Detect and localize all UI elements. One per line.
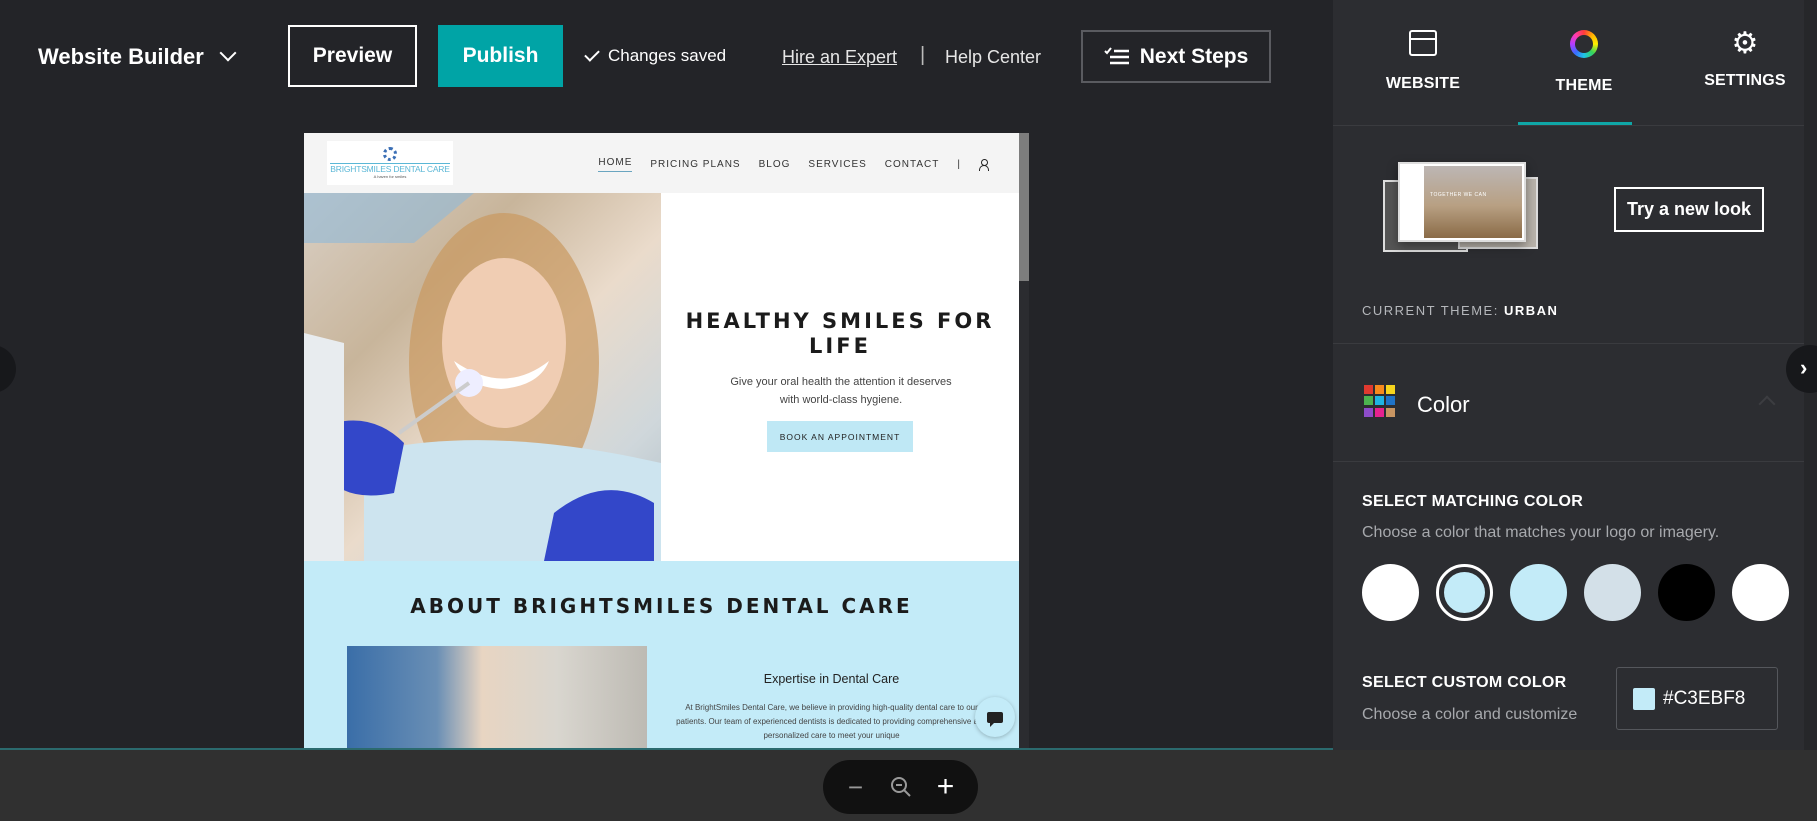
zoom-controls: − + <box>823 760 978 814</box>
palette-square <box>1386 385 1395 394</box>
theme-thumb-photo <box>1424 166 1522 238</box>
website-builder-menu[interactable]: Website Builder <box>38 44 237 70</box>
color-chip <box>1633 687 1655 710</box>
tab-theme[interactable]: THEME <box>1514 30 1654 95</box>
hire-expert-link[interactable]: Hire an Expert <box>782 47 897 68</box>
logo-name: BRIGHTSMILES DENTAL CARE <box>330 163 450 174</box>
current-theme-value: URBAN <box>1503 303 1559 318</box>
matching-color-description: Choose a color that matches your logo or… <box>1362 524 1720 541</box>
nav-divider: | <box>957 159 961 170</box>
about-text: At BrightSmiles Dental Care, we believe … <box>676 703 987 740</box>
try-new-look-button[interactable]: Try a new look <box>1614 187 1764 232</box>
palette-square <box>1386 407 1395 417</box>
color-swatch[interactable] <box>1658 564 1715 621</box>
palette-square <box>1364 407 1373 417</box>
divider <box>1333 461 1804 462</box>
link-separator: | <box>920 44 926 66</box>
site-logo[interactable]: BRIGHTSMILES DENTAL CARE A haven for smi… <box>327 141 453 185</box>
color-wheel-icon <box>1570 30 1598 58</box>
zoom-in-button[interactable]: + <box>931 770 961 803</box>
color-swatch[interactable] <box>1732 564 1789 621</box>
zoom-magnifier-icon[interactable] <box>886 772 916 802</box>
palette-square <box>1386 396 1395 406</box>
preview-button[interactable]: Preview <box>288 25 417 87</box>
website-builder-app: Website Builder Preview Publish Changes … <box>0 0 1817 821</box>
palette-square <box>1375 407 1384 417</box>
nav-home[interactable]: HOME <box>598 157 633 172</box>
gear-icon: ⚙ <box>1731 27 1759 60</box>
publish-button[interactable]: Publish <box>438 25 563 87</box>
checklist-icon <box>1104 46 1129 64</box>
chevron-right-icon: › <box>1800 355 1808 380</box>
current-theme-label: CURRENT THEME: <box>1362 303 1499 318</box>
hero-subtitle: Give your oral health the attention it d… <box>730 376 952 406</box>
hero-title: HEALTHY SMILES FOR LIFE <box>685 309 995 358</box>
nav-blog[interactable]: BLOG <box>759 159 791 170</box>
palette-square <box>1375 396 1384 406</box>
zoom-out-button[interactable]: − <box>841 772 871 802</box>
top-toolbar: Website Builder Preview Publish Changes … <box>0 0 1333 115</box>
color-palette-icon <box>1364 385 1396 417</box>
custom-color-description: Choose a color and customize <box>1362 706 1578 723</box>
chat-bubble-icon <box>987 711 1003 727</box>
about-title: ABOUT BRIGHTSMILES DENTAL CARE <box>410 594 913 618</box>
brand-label: Website Builder <box>38 44 204 69</box>
color-swatches <box>1362 564 1792 624</box>
current-theme: CURRENT THEME: URBAN <box>1362 303 1558 318</box>
tab-website-label: WEBSITE <box>1385 75 1461 92</box>
next-steps-button[interactable]: Next Steps <box>1081 30 1271 83</box>
color-swatch[interactable] <box>1584 564 1641 621</box>
site-preview[interactable]: BRIGHTSMILES DENTAL CARE A haven for smi… <box>304 133 1019 749</box>
active-tab-indicator <box>1518 122 1632 125</box>
help-center-link[interactable]: Help Center <box>945 47 1041 68</box>
plus-icon: + <box>936 770 955 803</box>
tab-theme-label: THEME <box>1555 77 1613 94</box>
browser-window-icon <box>1409 26 1437 56</box>
color-section-title: Color <box>1417 392 1470 417</box>
hero-image-dental-patient <box>304 193 661 561</box>
logo-tagline: A haven for smiles <box>373 174 407 179</box>
minus-icon: − <box>847 771 864 802</box>
chevron-down-icon <box>219 44 237 62</box>
previous-arrow-button[interactable] <box>0 345 16 393</box>
preview-scrollbar-thumb[interactable] <box>1019 133 1029 281</box>
tab-settings[interactable]: ⚙ SETTINGS <box>1675 27 1815 90</box>
save-status-text: Changes saved <box>608 46 727 65</box>
next-steps-label: Next Steps <box>1139 44 1249 68</box>
nav-contact[interactable]: CONTACT <box>885 159 940 170</box>
matching-color-heading: SELECT MATCHING COLOR <box>1362 493 1584 510</box>
theme-panel: WEBSITE THEME ⚙ SETTINGS TOGETHER WE CAN… <box>1333 0 1804 750</box>
tab-website[interactable]: WEBSITE <box>1353 26 1493 93</box>
chat-button[interactable] <box>975 697 1015 737</box>
palette-square <box>1364 385 1373 394</box>
theme-thumbnail[interactable]: TOGETHER WE CAN <box>1378 162 1543 257</box>
hero-photo-illustration <box>304 193 661 561</box>
panel-tabs: WEBSITE THEME ⚙ SETTINGS <box>1333 0 1804 126</box>
tab-settings-label: SETTINGS <box>1704 72 1786 89</box>
sunburst-logo-icon <box>383 147 397 161</box>
site-nav: HOME PRICING PLANS BLOG SERVICES CONTACT… <box>598 157 989 172</box>
color-swatch[interactable] <box>1436 564 1493 621</box>
about-image-dentist <box>347 646 647 749</box>
nav-pricing-plans[interactable]: PRICING PLANS <box>650 159 740 170</box>
custom-color-heading: SELECT CUSTOM COLOR <box>1362 674 1567 691</box>
color-swatch[interactable] <box>1362 564 1419 621</box>
palette-square <box>1364 396 1373 406</box>
nav-services[interactable]: SERVICES <box>808 159 866 170</box>
color-swatch[interactable] <box>1510 564 1567 621</box>
hero-content: HEALTHY SMILES FOR LIFE Give your oral h… <box>661 193 1019 561</box>
theme-thumb-front: TOGETHER WE CAN <box>1398 162 1526 242</box>
about-heading: Expertise in Dental Care <box>763 672 900 686</box>
color-section-toggle[interactable] <box>1333 344 1804 461</box>
site-header: BRIGHTSMILES DENTAL CARE A haven for smi… <box>304 133 1019 193</box>
checkmark-icon <box>584 45 600 62</box>
about-section: ABOUT BRIGHTSMILES DENTAL CARE Expertise… <box>304 561 1019 749</box>
theme-thumb-text: TOGETHER WE CAN <box>1430 192 1487 198</box>
save-status: Changes saved <box>584 45 727 66</box>
custom-color-hex: #C3EBF8 <box>1663 687 1746 709</box>
account-icon[interactable] <box>979 159 989 171</box>
book-appointment-button[interactable]: BOOK AN APPOINTMENT <box>767 421 913 452</box>
custom-color-input[interactable]: #C3EBF8 <box>1616 667 1778 730</box>
palette-square <box>1375 385 1384 394</box>
